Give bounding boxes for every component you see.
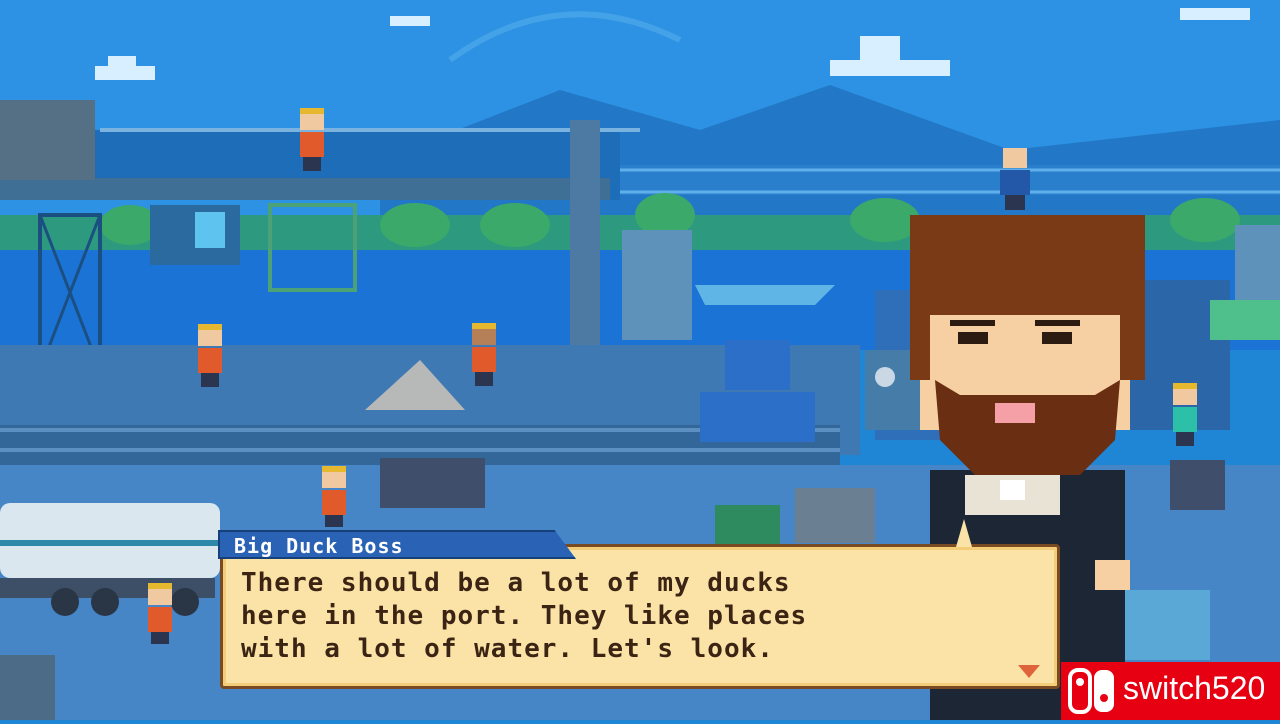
watermark-badge: switch520 — [1061, 662, 1280, 720]
green-barrels — [715, 505, 780, 545]
speaker-name: Big Duck Boss — [234, 534, 404, 558]
dialog-box[interactable]: There should be a lot of my ducks here i… — [220, 544, 1060, 689]
triangle-down-icon[interactable] — [1018, 665, 1040, 678]
speaker-name-bar: Big Duck Boss — [218, 530, 576, 559]
watermark-text: switch520 — [1123, 670, 1266, 706]
dialog-text: There should be a lot of my ducks here i… — [241, 568, 808, 664]
speech-tail — [956, 519, 972, 547]
water-tower — [622, 230, 692, 340]
boat — [695, 285, 835, 305]
nintendo-switch-logo-icon — [1068, 668, 1114, 714]
container — [795, 488, 875, 543]
